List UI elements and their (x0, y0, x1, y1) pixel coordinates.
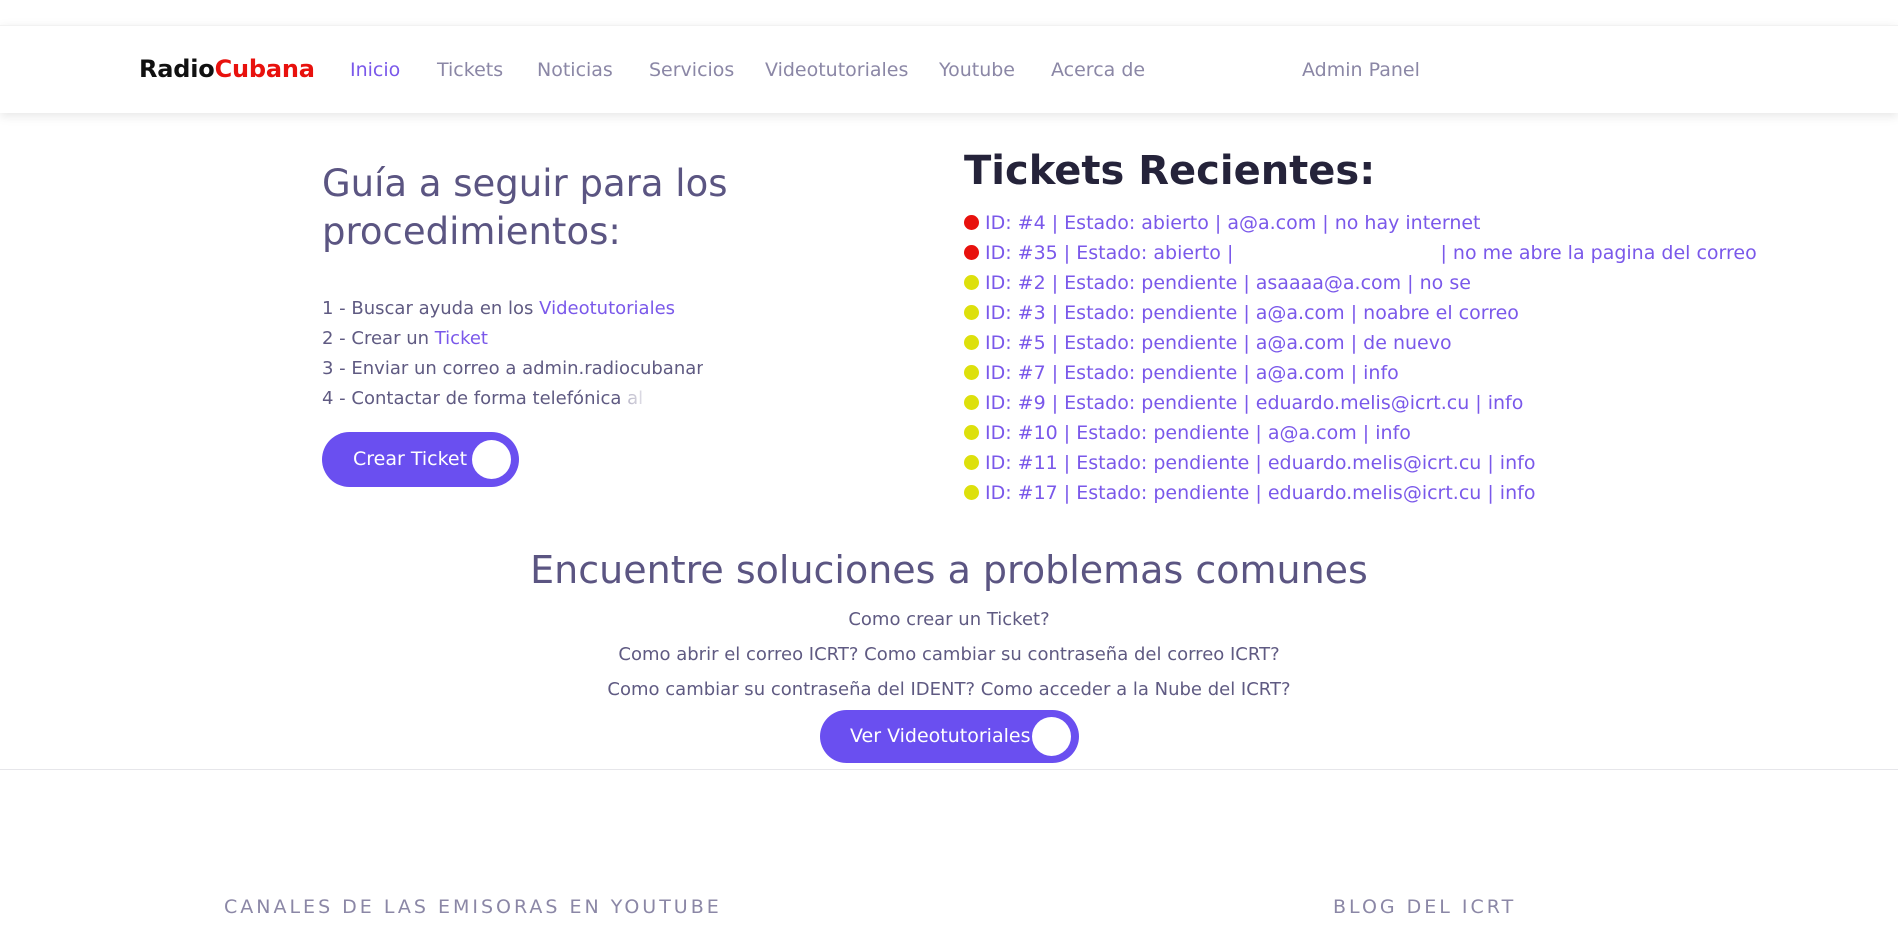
section-divider (0, 769, 1898, 770)
recent-tickets-list: ID: #4 | Estado: abierto | a@a.com | no … (964, 208, 1757, 508)
solution-link-ident-nube[interactable]: Como cambiar su contraseña del IDENT? Co… (0, 679, 1898, 700)
ticket-text: ID: #11 | Estado: pendiente | eduardo.me… (985, 452, 1536, 474)
brand-part-cubana: Cubana (214, 55, 315, 83)
ticket-text: ID: #35 | Estado: abierto | (985, 242, 1240, 264)
nav-item-inicio[interactable]: Inicio (350, 59, 400, 81)
status-dot-icon (964, 215, 979, 230)
step-2: 2 - Crear un Ticket (322, 324, 733, 354)
solutions-title: Encuentre soluciones a problemas comunes (530, 548, 1368, 592)
ticket-item[interactable]: ID: #35 | Estado: abierto | | no me abre… (964, 238, 1757, 268)
footer-blog-heading: BLOG DEL ICRT (1333, 896, 1517, 918)
ver-videotutoriales-button[interactable]: Ver Videotutoriales (820, 710, 1079, 763)
nav-item-noticias[interactable]: Noticias (537, 59, 613, 81)
step-4: 4 - Contactar de forma telefónica al (322, 384, 734, 414)
ticket-item[interactable]: ID: #7 | Estado: pendiente | a@a.com | i… (964, 358, 1757, 388)
step-2-text: 2 - Crear un (322, 328, 435, 349)
brand-part-radio: Radio (139, 55, 215, 83)
ticket-text-rest: | no me abre la pagina del correo (1434, 242, 1757, 264)
ticket-item[interactable]: ID: #17 | Estado: pendiente | eduardo.me… (964, 478, 1757, 508)
step-3: 3 - Enviar un correo a admin.radiocubana… (322, 354, 733, 384)
status-dot-icon (964, 335, 979, 350)
nav-item-youtube[interactable]: Youtube (939, 59, 1015, 81)
nav-item-admin-panel[interactable]: Admin Panel (1302, 59, 1420, 81)
step-3-text: 3 - Enviar un correo a admin.radiocubana… (322, 358, 703, 379)
redacted-phone (623, 388, 734, 410)
status-dot-icon (964, 245, 979, 260)
ticket-item[interactable]: ID: #2 | Estado: pendiente | asaaaa@a.co… (964, 268, 1757, 298)
nav-item-acerca-de[interactable]: Acerca de (1051, 59, 1145, 81)
status-dot-icon (964, 275, 979, 290)
ticket-text: ID: #2 | Estado: pendiente | asaaaa@a.co… (985, 272, 1471, 294)
crear-ticket-label: Crear Ticket (353, 448, 468, 470)
ver-videotutoriales-label: Ver Videotutoriales (850, 725, 1031, 747)
button-circle-icon (1032, 717, 1071, 756)
ticket-item[interactable]: ID: #3 | Estado: pendiente | a@a.com | n… (964, 298, 1757, 328)
ticket-item[interactable]: ID: #11 | Estado: pendiente | eduardo.me… (964, 448, 1757, 478)
guide-title: Guía a seguir para los procedimientos: (322, 162, 728, 253)
nav-item-servicios[interactable]: Servicios (649, 59, 734, 81)
guide-steps: 1 - Buscar ayuda en los Videotutoriales … (322, 294, 734, 414)
status-dot-icon (964, 395, 979, 410)
redacted-email (1239, 243, 1435, 264)
videotutoriales-link[interactable]: Videotutoriales (539, 298, 675, 319)
solution-link-correo[interactable]: Como abrir el correo ICRT? Como cambiar … (0, 644, 1898, 665)
step-1-text: 1 - Buscar ayuda en los (322, 298, 540, 319)
ticket-text: ID: #10 | Estado: pendiente | a@a.com | … (985, 422, 1411, 444)
status-dot-icon (964, 365, 979, 380)
button-circle-icon (472, 440, 511, 479)
recent-tickets-title: Tickets Recientes: (964, 148, 1376, 194)
ticket-text: ID: #17 | Estado: pendiente | eduardo.me… (985, 482, 1536, 504)
ticket-item[interactable]: ID: #4 | Estado: abierto | a@a.com | no … (964, 208, 1757, 238)
step-4-text: 4 - Contactar de forma telefónica al (322, 388, 644, 409)
ticket-text: ID: #4 | Estado: abierto | a@a.com | no … (985, 212, 1481, 234)
ticket-link[interactable]: Ticket (435, 328, 488, 349)
status-dot-icon (964, 485, 979, 500)
top-navbar: RadioCubana Inicio Tickets Noticias Serv… (0, 25, 1898, 113)
status-dot-icon (964, 425, 979, 440)
ticket-text: ID: #9 | Estado: pendiente | eduardo.mel… (985, 392, 1524, 414)
ticket-item[interactable]: ID: #5 | Estado: pendiente | a@a.com | d… (964, 328, 1757, 358)
step-1: 1 - Buscar ayuda en los Videotutoriales (322, 294, 733, 324)
ticket-text: ID: #5 | Estado: pendiente | a@a.com | d… (985, 332, 1452, 354)
brand-logo[interactable]: RadioCubana (139, 55, 315, 83)
status-dot-icon (964, 455, 979, 470)
ticket-text: ID: #3 | Estado: pendiente | a@a.com | n… (985, 302, 1519, 324)
ticket-item[interactable]: ID: #9 | Estado: pendiente | eduardo.mel… (964, 388, 1757, 418)
ticket-text: ID: #7 | Estado: pendiente | a@a.com | i… (985, 362, 1399, 384)
crear-ticket-button[interactable]: Crear Ticket (322, 432, 519, 487)
ticket-item[interactable]: ID: #10 | Estado: pendiente | a@a.com | … (964, 418, 1757, 448)
footer-youtube-heading: CANALES DE LAS EMISORAS EN YOUTUBE (224, 896, 722, 918)
nav-item-videotutoriales[interactable]: Videotutoriales (765, 59, 908, 81)
nav-item-tickets[interactable]: Tickets (437, 59, 503, 81)
solution-link-crear-ticket[interactable]: Como crear un Ticket? (0, 609, 1898, 630)
status-dot-icon (964, 305, 979, 320)
